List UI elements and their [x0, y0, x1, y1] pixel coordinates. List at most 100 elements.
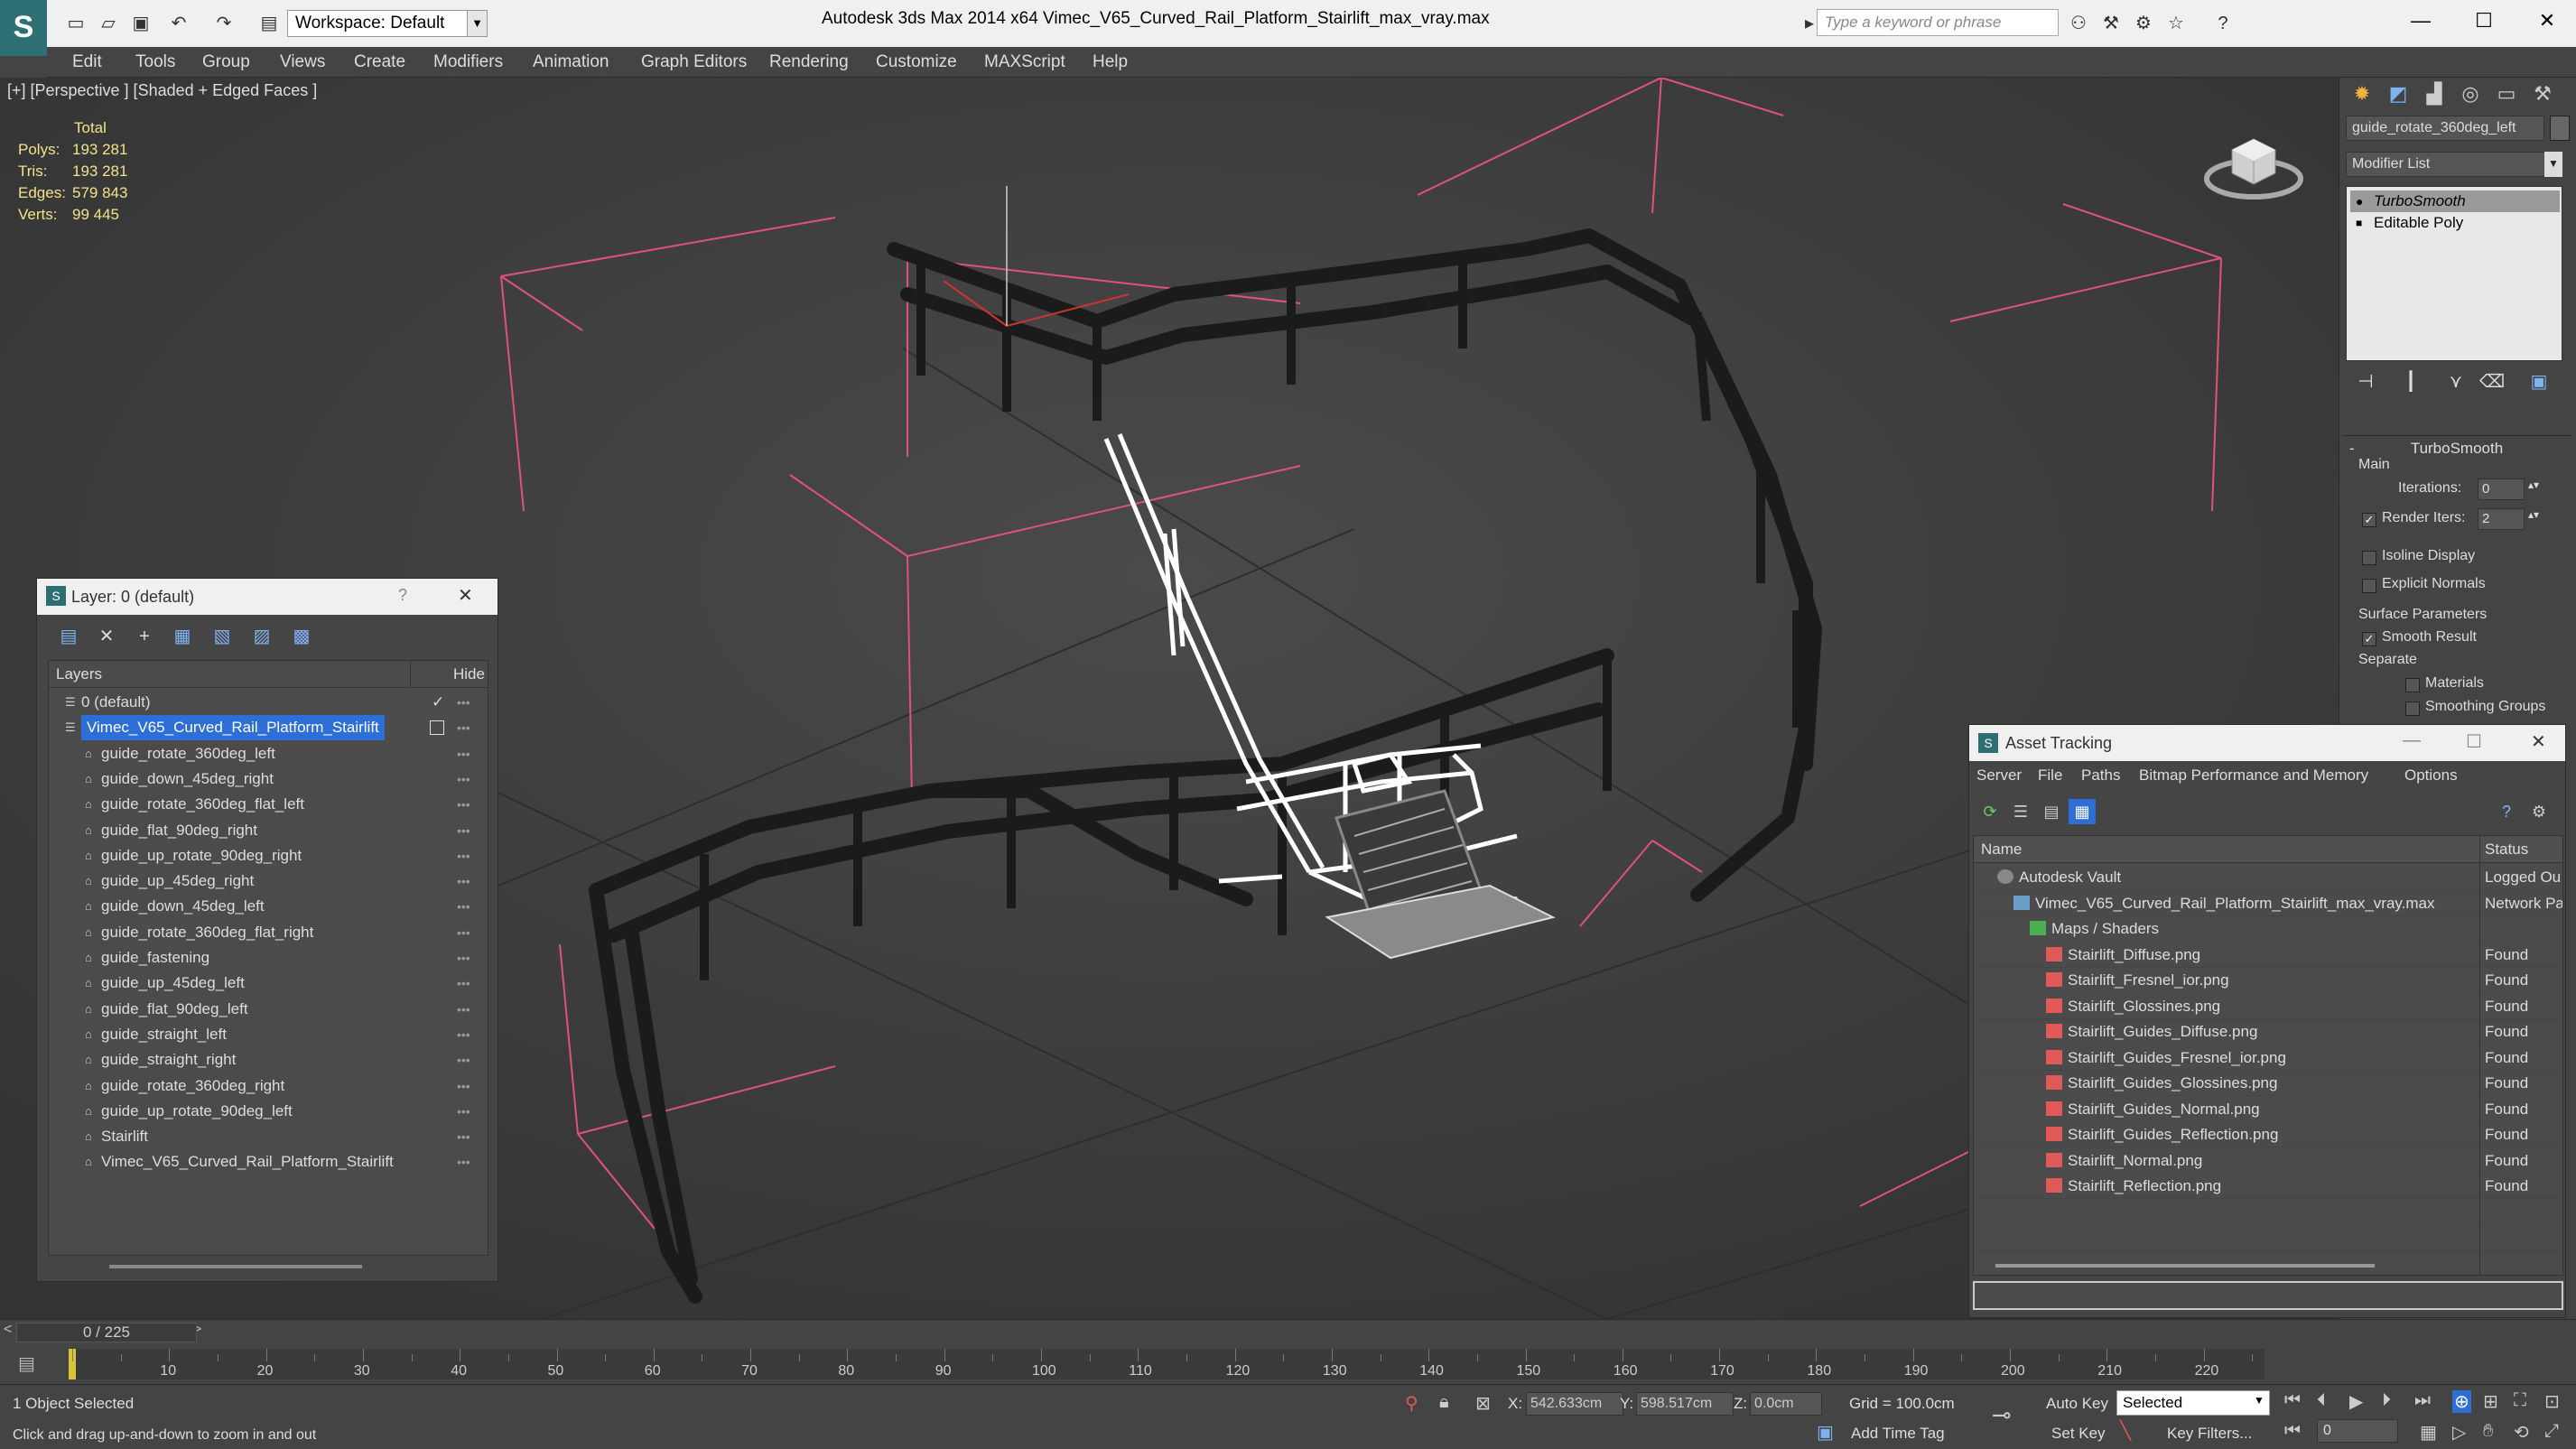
delete-layer-icon[interactable]: ✕	[93, 624, 120, 649]
add-layer-icon[interactable]: +	[131, 624, 158, 649]
subscription-icon[interactable]: ⚒	[2100, 13, 2122, 34]
favorites-icon[interactable]: ☆	[2165, 13, 2187, 34]
render-iters-checkbox[interactable]: ✓	[2362, 513, 2376, 527]
hide-toggle-icon[interactable]: •••	[457, 1149, 470, 1175]
make-unique-icon[interactable]: ⋎	[2441, 370, 2470, 395]
hide-toggle-icon[interactable]: •••	[457, 1047, 470, 1073]
key-filters-button[interactable]: Key Filters...	[2167, 1425, 2252, 1443]
undo-icon[interactable]: ↶	[168, 13, 190, 34]
layer-row[interactable]: ⌂ Stairlift •••	[49, 1124, 488, 1149]
asset-path-field[interactable]	[1973, 1281, 2563, 1310]
selection-set-dropdown[interactable]: Selected	[2116, 1390, 2270, 1416]
menu-group[interactable]: Group	[202, 52, 250, 72]
remove-modifier-icon[interactable]: ⌫	[2478, 370, 2506, 395]
hide-toggle-icon[interactable]: •••	[457, 843, 470, 868]
spinner-arrows-icon[interactable]: ▴▾	[2528, 478, 2539, 491]
col-status[interactable]: Status	[2485, 836, 2528, 863]
set-key-button[interactable]: Set Key	[2051, 1425, 2106, 1443]
layer-row[interactable]: ⌂ guide_up_45deg_left •••	[49, 971, 488, 996]
layer-row[interactable]: ⌂ guide_up_45deg_right •••	[49, 868, 488, 894]
expand-icon[interactable]: ■	[2356, 212, 2362, 234]
hide-toggle-icon[interactable]: •••	[457, 818, 470, 843]
menu-views[interactable]: Views	[280, 52, 325, 72]
add-selection-icon[interactable]: ▦	[169, 624, 196, 649]
maximize-button[interactable]: ☐	[2452, 0, 2516, 42]
hide-toggle-icon[interactable]: •••	[457, 792, 470, 817]
hide-toggle-icon[interactable]: •••	[457, 690, 470, 715]
save-file-icon[interactable]: ▣	[130, 13, 152, 34]
key-icon[interactable]: ╲	[2120, 1419, 2131, 1442]
asset-row[interactable]: Stairlift_Guides_Diffuse.png Found	[1974, 1019, 2562, 1045]
chevron-down-icon[interactable]: ▼	[2544, 152, 2562, 177]
search-input[interactable]: Type a keyword or phrase	[1817, 9, 2059, 36]
play-icon[interactable]: ▶	[2349, 1390, 2363, 1413]
field-of-view-icon[interactable]: ▷	[2452, 1421, 2466, 1444]
display-tab-icon[interactable]: ▭	[2489, 78, 2524, 110]
next-frame-icon[interactable]: ⏵	[2382, 1390, 2391, 1411]
hide-toggle-icon[interactable]: •••	[457, 971, 470, 996]
layer-row[interactable]: ⌂ Vimec_V65_Curved_Rail_Platform_Stairlif…	[49, 1149, 488, 1175]
asset-row[interactable]: Stairlift_Guides_Glossines.png Found	[1974, 1071, 2562, 1096]
object-color-swatch[interactable]	[2550, 116, 2570, 141]
zoom-extents-icon[interactable]: ⛶	[2514, 1390, 2526, 1411]
layer-row[interactable]: ⌂ guide_down_45deg_right •••	[49, 766, 488, 792]
isolate-icon[interactable]: ⚲	[1405, 1392, 1418, 1415]
asset-row[interactable]: Autodesk Vault Logged Ou	[1974, 865, 2562, 890]
layer-row[interactable]: ☰ 0 (default) ✓ •••	[49, 690, 488, 715]
detail-view-icon[interactable]: ▤	[2038, 799, 2065, 824]
zoom-extents-all-icon[interactable]: ⊡	[2544, 1390, 2560, 1413]
app-logo-button[interactable]: S	[0, 0, 47, 56]
layer-help-button[interactable]: ?	[398, 586, 407, 605]
hide-toggle-icon[interactable]: •••	[457, 894, 470, 919]
zoom-icon[interactable]: ⊕	[2452, 1390, 2471, 1413]
asset-close-button[interactable]: ✕	[2531, 730, 2546, 753]
chevron-down-icon[interactable]: ▼	[2254, 1394, 2264, 1407]
viewport-label[interactable]: [+] [Perspective ] [Shaded + Edged Faces…	[7, 81, 317, 100]
menu-edit[interactable]: Edit	[72, 52, 102, 72]
asset-row[interactable]: Vimec_V65_Curved_Rail_Platform_Stairlift…	[1974, 891, 2562, 916]
layer-row[interactable]: ☰ Vimec_V65_Curved_Rail_Platform_Stairlif…	[49, 715, 488, 741]
layer-row[interactable]: ⌂ guide_straight_right •••	[49, 1047, 488, 1073]
hide-all-icon[interactable]: ▩	[288, 624, 315, 649]
asset-maximize-button[interactable]: ☐	[2466, 730, 2482, 753]
layer-row[interactable]: ⌂ guide_down_45deg_left •••	[49, 894, 488, 919]
hierarchy-tab-icon[interactable]: ▟	[2417, 78, 2451, 110]
close-window-button[interactable]: ✕	[2516, 0, 2576, 42]
menu-animation[interactable]: Animation	[533, 52, 609, 72]
hide-toggle-icon[interactable]: •••	[457, 1022, 470, 1047]
set-key-mode-icon[interactable]: ⊸	[1992, 1401, 2012, 1429]
create-tab-icon[interactable]: ✹	[2345, 78, 2379, 110]
menu-customize[interactable]: Customize	[876, 52, 957, 72]
binoculars-icon[interactable]: ⚇	[2068, 13, 2089, 34]
hide-toggle-icon[interactable]: •••	[457, 1073, 470, 1099]
modifier-list-dropdown[interactable]: Modifier List	[2346, 152, 2562, 177]
col-hide[interactable]: Hide	[453, 661, 485, 688]
hide-toggle-icon[interactable]: •••	[457, 741, 470, 766]
layer-row[interactable]: ⌂ guide_flat_90deg_left •••	[49, 997, 488, 1022]
absolute-mode-icon[interactable]: ⊠	[1475, 1392, 1491, 1415]
col-name[interactable]: Name	[1981, 836, 2022, 863]
utilities-tab-icon[interactable]: ⚒	[2525, 78, 2560, 110]
motion-tab-icon[interactable]: ◎	[2453, 78, 2488, 110]
layer-row[interactable]: ⌂ guide_flat_90deg_right •••	[49, 818, 488, 843]
x-coordinate-field[interactable]: 542.633cm	[1526, 1392, 1623, 1416]
current-frame-field[interactable]: 0	[2317, 1419, 2398, 1443]
asset-menu-options[interactable]: Options	[2404, 766, 2458, 785]
set-current-layer-checkbox[interactable]	[430, 720, 444, 736]
isoline-display-checkbox[interactable]	[2362, 551, 2376, 565]
asset-row[interactable]: Stairlift_Glossines.png Found	[1974, 994, 2562, 1019]
orbit-icon[interactable]: ⟲	[2514, 1421, 2529, 1444]
new-file-icon[interactable]: ▭	[65, 13, 87, 34]
iterations-spinner[interactable]: 0	[2478, 478, 2525, 500]
spinner-arrows-icon[interactable]: ▴▾	[2528, 508, 2539, 521]
project-folder-icon[interactable]: ▤	[258, 13, 280, 34]
key-mode-toggle-icon[interactable]: ⏮	[2284, 1421, 2301, 1442]
communication-icon[interactable]: ⚙	[2133, 13, 2154, 34]
modify-tab-icon[interactable]: ◩	[2381, 78, 2415, 110]
workspace-dropdown[interactable]: Workspace: Default	[287, 10, 468, 37]
hide-toggle-icon[interactable]: •••	[457, 945, 470, 971]
asset-row[interactable]: Stairlift_Guides_Normal.png Found	[1974, 1097, 2562, 1122]
zoom-all-icon[interactable]: ⊞	[2483, 1390, 2498, 1413]
layer-panel-title[interactable]: Layer: 0 (default)	[37, 579, 498, 615]
stack-item-editable-poly[interactable]: ■ Editable Poly	[2350, 212, 2560, 234]
